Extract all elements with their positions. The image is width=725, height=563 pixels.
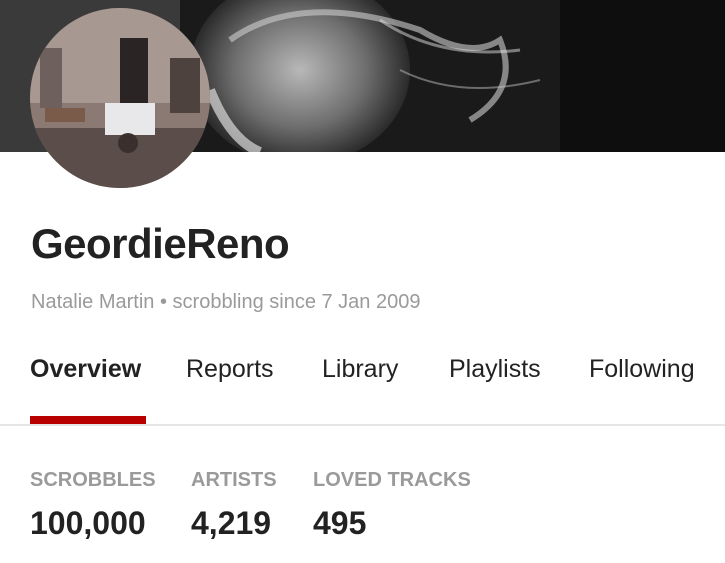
profile-page: GeordieReno Natalie Martin • scrobbling … <box>0 0 725 563</box>
tab-reports[interactable]: Reports <box>186 350 274 388</box>
stat-label-scrobbles: SCROBBLES <box>30 469 156 491</box>
active-tab-indicator <box>30 416 146 424</box>
tab-playlists[interactable]: Playlists <box>449 350 541 388</box>
username: GeordieReno <box>31 220 290 267</box>
stat-value-scrobbles[interactable]: 100,000 <box>30 503 146 543</box>
stat-label-artists: ARTISTS <box>191 469 277 491</box>
avatar[interactable] <box>30 8 210 188</box>
real-name: Natalie Martin <box>31 291 155 313</box>
separator-dot: • <box>159 291 167 313</box>
tab-following[interactable]: Following <box>589 350 695 388</box>
stat-value-artists[interactable]: 4,219 <box>191 503 271 543</box>
profile-subline: Natalie Martin • scrobbling since 7 Jan … <box>31 288 420 316</box>
stat-label-loved-tracks: LOVED TRACKS <box>313 469 471 491</box>
scrobbling-since: scrobbling since 7 Jan 2009 <box>172 291 421 313</box>
profile-tabs: Overview Reports Library Playlists Follo… <box>0 350 725 426</box>
avatar-photo <box>30 8 210 188</box>
tab-library[interactable]: Library <box>322 350 398 388</box>
tab-overview[interactable]: Overview <box>30 350 141 388</box>
stat-value-loved-tracks[interactable]: 495 <box>313 503 366 543</box>
